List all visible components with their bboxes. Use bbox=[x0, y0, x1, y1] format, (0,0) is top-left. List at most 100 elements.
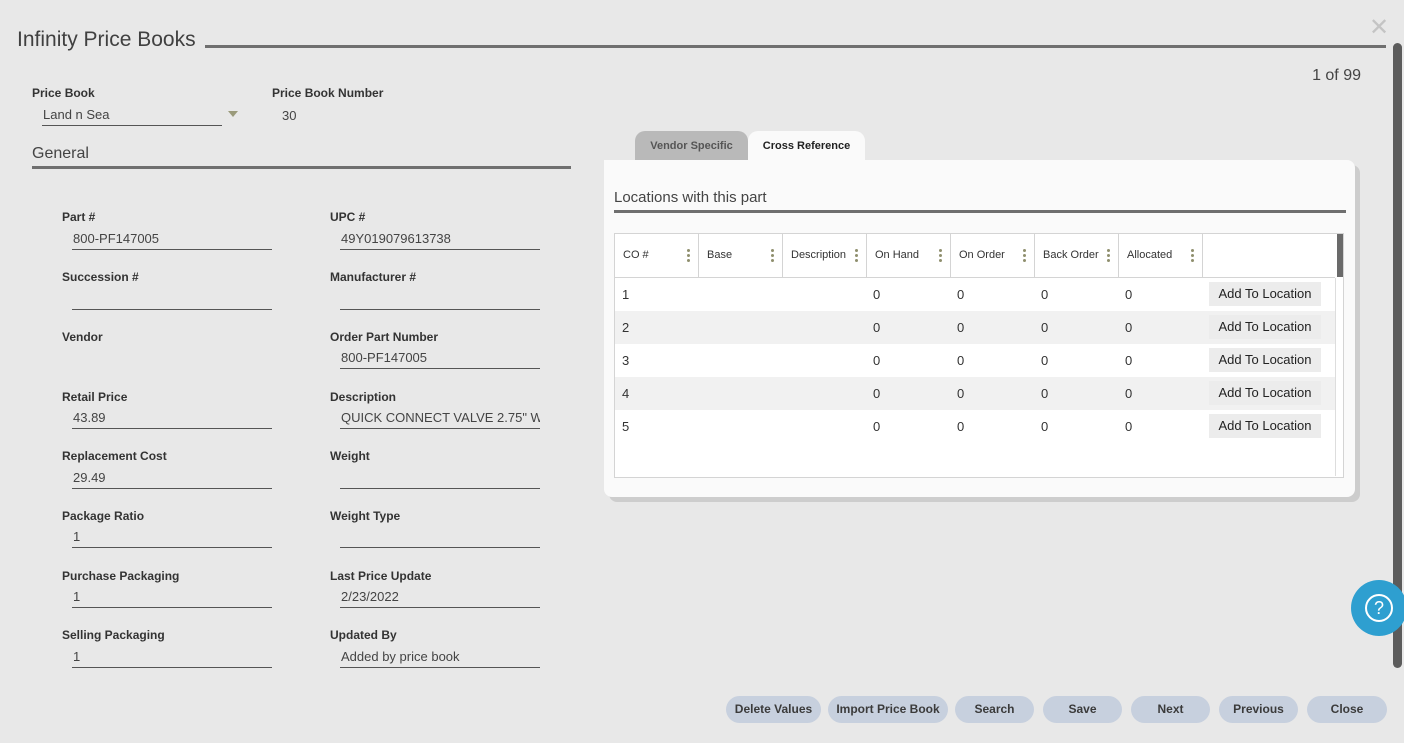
column-header-label: On Order bbox=[959, 249, 1005, 261]
import-price-book-button[interactable]: Import Price Book bbox=[828, 696, 948, 723]
column-header-label: Base bbox=[707, 249, 733, 261]
cell-back-order: 0 bbox=[1041, 419, 1049, 434]
kebab-icon[interactable] bbox=[939, 249, 942, 262]
cell-on-order: 0 bbox=[957, 353, 965, 368]
column-header[interactable]: On Order bbox=[951, 234, 1035, 277]
table-row[interactable]: 1 0 0 0 0 Add To Location bbox=[615, 278, 1335, 311]
close-icon[interactable]: ✕ bbox=[1369, 16, 1389, 40]
column-header[interactable]: Back Order bbox=[1035, 234, 1119, 277]
part-number-label: Part # bbox=[62, 210, 96, 224]
cell-on-order: 0 bbox=[957, 386, 965, 401]
cell-co: 5 bbox=[622, 419, 630, 434]
table-row[interactable]: 2 0 0 0 0 Add To Location bbox=[615, 311, 1335, 344]
description-field[interactable]: QUICK CONNECT VALVE 2.75" W bbox=[340, 409, 540, 429]
selling-packaging-label: Selling Packaging bbox=[62, 628, 165, 642]
grid-scrollbar[interactable] bbox=[1335, 278, 1343, 476]
column-header-label: Description bbox=[791, 249, 847, 261]
cell-allocated: 0 bbox=[1125, 320, 1133, 335]
last-price-update-field[interactable]: 2/23/2022 bbox=[340, 588, 540, 608]
purchase-packaging-field[interactable]: 1 bbox=[72, 588, 272, 608]
delete-values-button[interactable]: Delete Values bbox=[726, 696, 821, 723]
price-book-label: Price Book bbox=[32, 86, 95, 100]
previous-button[interactable]: Previous bbox=[1219, 696, 1298, 723]
save-button[interactable]: Save bbox=[1043, 696, 1122, 723]
column-header[interactable]: On Hand bbox=[867, 234, 951, 277]
cell-co: 4 bbox=[622, 386, 630, 401]
replacement-cost-label: Replacement Cost bbox=[62, 449, 167, 463]
cell-co: 3 bbox=[622, 353, 630, 368]
price-book-number-value: 30 bbox=[282, 108, 297, 123]
help-chat-icon: ? bbox=[1365, 594, 1393, 622]
tab-vendor-specific[interactable]: Vendor Specific bbox=[635, 131, 748, 161]
page-scrollbar-thumb[interactable] bbox=[1393, 43, 1402, 668]
replacement-cost-field[interactable]: 29.49 bbox=[72, 469, 272, 489]
locations-grid: CO # Base Description On Hand On Order B… bbox=[614, 233, 1344, 478]
cell-allocated: 0 bbox=[1125, 419, 1133, 434]
title-divider bbox=[205, 45, 1386, 48]
column-header-label: Allocated bbox=[1127, 249, 1173, 261]
general-divider bbox=[32, 166, 571, 169]
grid-scrollbar-thumb[interactable] bbox=[1337, 234, 1343, 277]
search-button[interactable]: Search bbox=[955, 696, 1034, 723]
cell-co: 2 bbox=[622, 320, 630, 335]
cell-back-order: 0 bbox=[1041, 353, 1049, 368]
column-header-label: On Hand bbox=[875, 249, 920, 261]
kebab-icon[interactable] bbox=[771, 249, 774, 262]
cell-on-hand: 0 bbox=[873, 353, 881, 368]
order-part-number-field[interactable]: 800-PF147005 bbox=[340, 349, 540, 369]
cell-back-order: 0 bbox=[1041, 386, 1049, 401]
cell-allocated: 0 bbox=[1125, 353, 1133, 368]
cell-allocated: 0 bbox=[1125, 287, 1133, 302]
next-button[interactable]: Next bbox=[1131, 696, 1210, 723]
general-heading: General bbox=[32, 145, 89, 162]
part-number-field[interactable]: 800-PF147005 bbox=[72, 230, 272, 250]
cell-co: 1 bbox=[622, 287, 630, 302]
close-button[interactable]: Close bbox=[1307, 696, 1387, 723]
column-header[interactable]: Allocated bbox=[1119, 234, 1203, 277]
weight-type-field[interactable] bbox=[340, 528, 540, 548]
manufacturer-field[interactable] bbox=[340, 290, 540, 310]
weight-type-label: Weight Type bbox=[330, 509, 401, 523]
table-row[interactable]: 3 0 0 0 0 Add To Location bbox=[615, 344, 1335, 377]
tab-cross-reference[interactable]: Cross Reference bbox=[748, 131, 865, 161]
add-to-location-button[interactable]: Add To Location bbox=[1209, 315, 1321, 339]
succession-label: Succession # bbox=[62, 270, 139, 284]
column-header-label: Back Order bbox=[1043, 249, 1099, 261]
updated-by-label: Updated By bbox=[330, 628, 397, 642]
kebab-icon[interactable] bbox=[1023, 249, 1026, 262]
cell-allocated: 0 bbox=[1125, 386, 1133, 401]
selling-packaging-field[interactable]: 1 bbox=[72, 648, 272, 668]
chevron-down-icon[interactable] bbox=[228, 111, 238, 117]
weight-field[interactable] bbox=[340, 469, 540, 489]
cell-on-hand: 0 bbox=[873, 419, 881, 434]
upc-field[interactable]: 49Y019079613738 bbox=[340, 230, 540, 250]
column-header[interactable]: CO # bbox=[615, 234, 699, 277]
price-book-select[interactable]: Land n Sea bbox=[42, 106, 222, 126]
add-to-location-button[interactable]: Add To Location bbox=[1209, 348, 1321, 372]
cell-on-order: 0 bbox=[957, 419, 965, 434]
help-button[interactable]: ? bbox=[1351, 580, 1404, 636]
kebab-icon[interactable] bbox=[855, 249, 858, 262]
add-to-location-button[interactable]: Add To Location bbox=[1209, 282, 1321, 306]
kebab-icon[interactable] bbox=[687, 249, 690, 262]
cell-back-order: 0 bbox=[1041, 320, 1049, 335]
kebab-icon[interactable] bbox=[1107, 249, 1110, 262]
column-header[interactable]: Description bbox=[783, 234, 867, 277]
column-header-label: CO # bbox=[623, 249, 649, 261]
package-ratio-field[interactable]: 1 bbox=[72, 528, 272, 548]
add-to-location-button[interactable]: Add To Location bbox=[1209, 414, 1321, 438]
kebab-icon[interactable] bbox=[1191, 249, 1194, 262]
table-row[interactable]: 4 0 0 0 0 Add To Location bbox=[615, 377, 1335, 410]
succession-field[interactable] bbox=[72, 290, 272, 310]
retail-price-label: Retail Price bbox=[62, 390, 128, 404]
add-to-location-button[interactable]: Add To Location bbox=[1209, 381, 1321, 405]
column-header[interactable]: Base bbox=[699, 234, 783, 277]
vendor-label: Vendor bbox=[62, 330, 103, 344]
table-row[interactable]: 5 0 0 0 0 Add To Location bbox=[615, 410, 1335, 443]
cell-on-order: 0 bbox=[957, 287, 965, 302]
retail-price-field[interactable]: 43.89 bbox=[72, 409, 272, 429]
locations-heading: Locations with this part bbox=[614, 189, 767, 206]
updated-by-field[interactable]: Added by price book bbox=[340, 648, 540, 668]
weight-label: Weight bbox=[330, 449, 370, 463]
purchase-packaging-label: Purchase Packaging bbox=[62, 569, 180, 583]
